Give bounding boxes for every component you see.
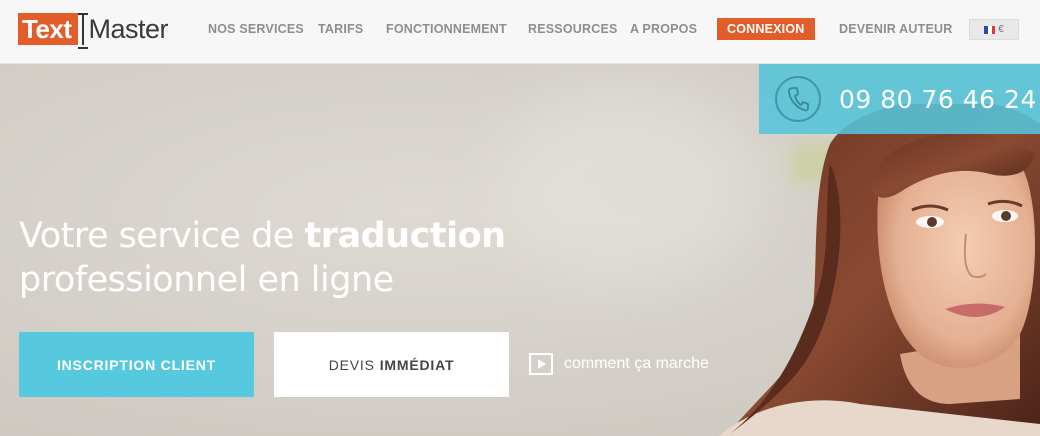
connexion-button[interactable]: CONNEXION bbox=[717, 18, 815, 40]
logo-master-part: Master bbox=[88, 14, 169, 44]
nav-link-devenir-auteur[interactable]: DEVENIR AUTEUR bbox=[839, 20, 952, 38]
nav-link-fonctionnement[interactable]: FONCTIONNEMENT bbox=[386, 20, 507, 38]
site-header: Text Master NOS SERVICES TARIFS FONCTION… bbox=[0, 0, 1040, 64]
language-currency-selector[interactable]: € bbox=[969, 19, 1019, 40]
currency-label: € bbox=[998, 24, 1004, 35]
inscription-client-button[interactable]: INSCRIPTION CLIENT bbox=[19, 332, 254, 397]
woman-portrait-image bbox=[718, 104, 1040, 436]
hero-section: 09 80 76 46 24 Votre service de traducti… bbox=[0, 64, 1040, 436]
headline-bold: traduction bbox=[304, 216, 507, 256]
france-flag-icon bbox=[984, 25, 996, 34]
devis-label: DEVIS bbox=[328, 356, 375, 373]
nav-link-ressources[interactable]: RESSOURCES bbox=[528, 20, 618, 38]
text-cursor-icon bbox=[77, 13, 88, 49]
phone-banner[interactable]: 09 80 76 46 24 bbox=[759, 64, 1040, 134]
headline-line2: professionnel en ligne bbox=[19, 260, 394, 300]
immediat-label: IMMÉDIAT bbox=[379, 356, 455, 373]
headline-text: Votre service de bbox=[19, 216, 305, 256]
nav-link-services[interactable]: NOS SERVICES bbox=[208, 20, 304, 38]
comment-ca-marche-link[interactable]: comment ça marche bbox=[529, 353, 709, 375]
hero-headline: Votre service de traduction professionne… bbox=[19, 214, 506, 302]
logo-text-part: Text bbox=[18, 13, 78, 45]
phone-icon bbox=[775, 76, 821, 122]
nav-link-tarifs[interactable]: TARIFS bbox=[318, 20, 363, 38]
devis-immediat-button[interactable]: DEVIS IMMÉDIAT bbox=[274, 332, 509, 397]
play-icon bbox=[529, 353, 553, 375]
textmaster-logo[interactable]: Text Master bbox=[18, 12, 169, 49]
nav-link-apropos[interactable]: A PROPOS bbox=[630, 20, 697, 38]
phone-number[interactable]: 09 80 76 46 24 bbox=[839, 85, 1037, 114]
how-label: comment ça marche bbox=[564, 355, 709, 372]
